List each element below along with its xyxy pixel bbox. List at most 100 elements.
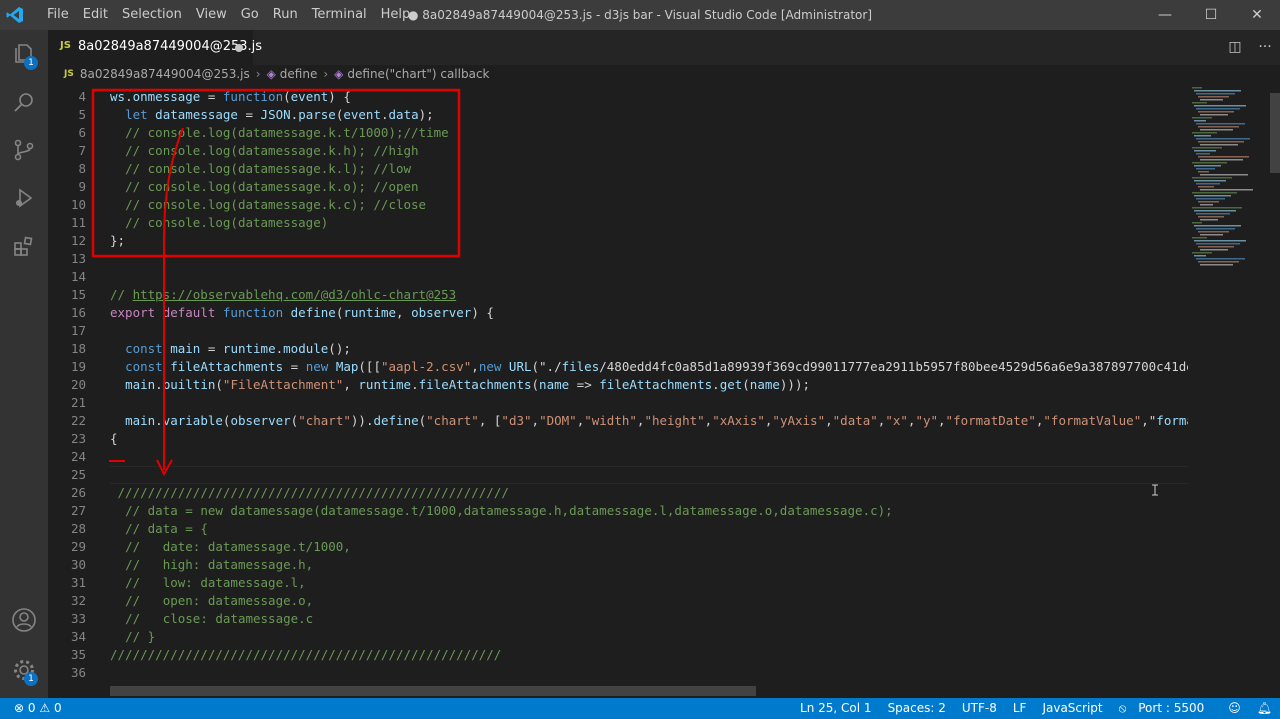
code-line[interactable]: 12}; (48, 232, 1188, 250)
code-line[interactable]: 13 (48, 250, 1188, 268)
problems-indicator[interactable]: ⊗ 0 ⚠ 0 (14, 698, 62, 719)
line-text[interactable]: // https://observablehq.com/@d3/ohlc-cha… (110, 286, 456, 304)
code-line[interactable]: 26 /////////////////////////////////////… (48, 484, 1188, 502)
unsaved-dot-icon[interactable] (235, 44, 243, 52)
code-line[interactable]: 33 // close: datamessage.c (48, 610, 1188, 628)
settings-gear-icon[interactable]: 1 (0, 646, 48, 694)
code-editor[interactable]: 4 ws.onmessage = function(event) {5 let d… (48, 88, 1188, 698)
code-line[interactable]: 15 // https://observablehq.com/@d3/ohlc-c… (48, 286, 1188, 304)
line-text[interactable]: // console.log(datamessage.k.t/1000);//t… (110, 124, 449, 142)
menu-go[interactable]: Go (234, 0, 266, 30)
split-editor-icon[interactable]: ◫ (1220, 30, 1250, 65)
menu-run[interactable]: Run (266, 0, 305, 30)
line-text[interactable]: // low: datamessage.l, (110, 574, 306, 592)
end-of-line[interactable]: LF (1005, 698, 1035, 719)
menu-help[interactable]: Help (374, 0, 418, 30)
line-text[interactable]: // } (110, 628, 155, 646)
code-line[interactable]: 6 // console.log(datamessage.k.t/1000);/… (48, 124, 1188, 142)
account-icon[interactable] (0, 596, 48, 644)
cursor-position[interactable]: Ln 25, Col 1 (792, 698, 880, 719)
line-text[interactable]: // console.log(datamessage.k.l); //low (110, 160, 411, 178)
code-line[interactable]: 34 // } (48, 628, 1188, 646)
feedback-icon[interactable]: ☺ (1220, 698, 1249, 719)
code-line[interactable]: 21 (48, 394, 1188, 412)
line-text[interactable]: // date: datamessage.t/1000, (110, 538, 351, 556)
code-line[interactable]: 25 (48, 466, 1188, 484)
line-text[interactable]: main.variable(observer("chart")).define(… (110, 412, 1188, 430)
source-control-icon[interactable] (0, 126, 48, 174)
vertical-scroll-thumb[interactable] (1270, 93, 1280, 173)
code-line[interactable]: 29 // date: datamessage.t/1000, (48, 538, 1188, 556)
code-line[interactable]: 20 main.builtin("FileAttachment", runtim… (48, 376, 1188, 394)
menu-edit[interactable]: Edit (76, 0, 115, 30)
code-line[interactable]: 23 { (48, 430, 1188, 448)
search-icon[interactable] (0, 78, 48, 126)
indentation[interactable]: Spaces: 2 (880, 698, 954, 719)
line-text[interactable]: // console.log(datamessage.k.h); //high (110, 142, 419, 160)
menu-view[interactable]: View (189, 0, 234, 30)
code-line[interactable]: 8 // console.log(datamessage.k.l); //low (48, 160, 1188, 178)
line-text[interactable]: }; (110, 232, 125, 250)
code-line[interactable]: 11 // console.log(datamessage) (48, 214, 1188, 232)
line-text[interactable]: ////////////////////////////////////////… (110, 484, 509, 502)
menu-terminal[interactable]: Terminal (305, 0, 374, 30)
horizontal-scroll-thumb[interactable] (110, 686, 756, 696)
line-text[interactable]: const main = runtime.module(); (110, 340, 351, 358)
close-button[interactable]: ✕ (1234, 0, 1280, 30)
line-text[interactable]: // close: datamessage.c (110, 610, 313, 628)
maximize-button[interactable]: ☐ (1188, 0, 1234, 30)
line-text[interactable]: { (110, 430, 118, 448)
line-text[interactable]: let datamessage = JSON.parse(event.data)… (110, 106, 434, 124)
line-text[interactable]: const fileAttachments = new Map([["aapl-… (110, 358, 1188, 376)
menu-selection[interactable]: Selection (115, 0, 189, 30)
code-line[interactable]: 36 (48, 664, 1188, 682)
minimize-button[interactable]: — (1142, 0, 1188, 30)
language-mode[interactable]: JavaScript (1034, 698, 1110, 719)
extensions-icon[interactable] (0, 222, 48, 270)
line-text[interactable]: // high: datamessage.h, (110, 556, 313, 574)
notifications-bell-icon[interactable]: 🔔︎ (1249, 698, 1280, 719)
menu-file[interactable]: File (40, 0, 76, 30)
encoding[interactable]: UTF-8 (954, 698, 1005, 719)
code-line[interactable]: 14 (48, 268, 1188, 286)
explorer-icon[interactable]: 1 (0, 30, 48, 78)
more-actions-icon[interactable]: ··· (1250, 30, 1280, 65)
line-text[interactable]: export default function define(runtime, … (110, 304, 494, 322)
line-text[interactable]: // console.log(datamessage.k.o); //open (110, 178, 419, 196)
code-line[interactable]: 27 // data = new datamessage(datamessage… (48, 502, 1188, 520)
code-line[interactable]: 4 ws.onmessage = function(event) { (48, 88, 1188, 106)
code-line[interactable]: 24 (48, 448, 1188, 466)
minimap[interactable] (1188, 83, 1268, 698)
editor-tabs: JS 8a02849a87449004@253.js ◫ ··· (48, 30, 1280, 65)
code-line[interactable]: 32 // open: datamessage.o, (48, 592, 1188, 610)
breadcrumb-callback[interactable]: define("chart") callback (347, 65, 489, 83)
minimap-line (1196, 243, 1240, 245)
code-line[interactable]: 35 //////////////////////////////////////… (48, 646, 1188, 664)
line-text[interactable]: ws.onmessage = function(event) { (110, 88, 351, 106)
code-line[interactable]: 18 const main = runtime.module(); (48, 340, 1188, 358)
vertical-scrollbar[interactable] (1268, 83, 1280, 698)
breadcrumb-define[interactable]: define (280, 65, 318, 83)
line-text[interactable]: // console.log(datamessage.k.c); //close (110, 196, 426, 214)
code-line[interactable]: 16 export default function define(runtime… (48, 304, 1188, 322)
code-line[interactable]: 7 // console.log(datamessage.k.h); //hig… (48, 142, 1188, 160)
run-debug-icon[interactable] (0, 174, 48, 222)
code-line[interactable]: 5 let datamessage = JSON.parse(event.dat… (48, 106, 1188, 124)
code-line[interactable]: 28 // data = { (48, 520, 1188, 538)
code-line[interactable]: 10 // console.log(datamessage.k.c); //cl… (48, 196, 1188, 214)
live-server-port[interactable]: ⦸ Port : 5500 (1111, 698, 1221, 719)
line-text[interactable]: // data = new datamessage(datamessage.t/… (110, 502, 893, 520)
line-text[interactable]: ////////////////////////////////////////… (110, 646, 501, 664)
line-text[interactable]: main.builtin("FileAttachment", runtime.f… (110, 376, 810, 394)
code-line[interactable]: 19 const fileAttachments = new Map([["aa… (48, 358, 1188, 376)
breadcrumb-file[interactable]: 8a02849a87449004@253.js (80, 65, 250, 83)
tab-active-file[interactable]: JS 8a02849a87449004@253.js (48, 30, 262, 65)
code-line[interactable]: 31 // low: datamessage.l, (48, 574, 1188, 592)
line-text[interactable]: // console.log(datamessage) (110, 214, 328, 232)
code-line[interactable]: 22 main.variable(observer("chart")).defi… (48, 412, 1188, 430)
code-line[interactable]: 9 // console.log(datamessage.k.o); //ope… (48, 178, 1188, 196)
code-line[interactable]: 17 (48, 322, 1188, 340)
line-text[interactable]: // data = { (110, 520, 208, 538)
code-line[interactable]: 30 // high: datamessage.h, (48, 556, 1188, 574)
line-text[interactable]: // open: datamessage.o, (110, 592, 313, 610)
